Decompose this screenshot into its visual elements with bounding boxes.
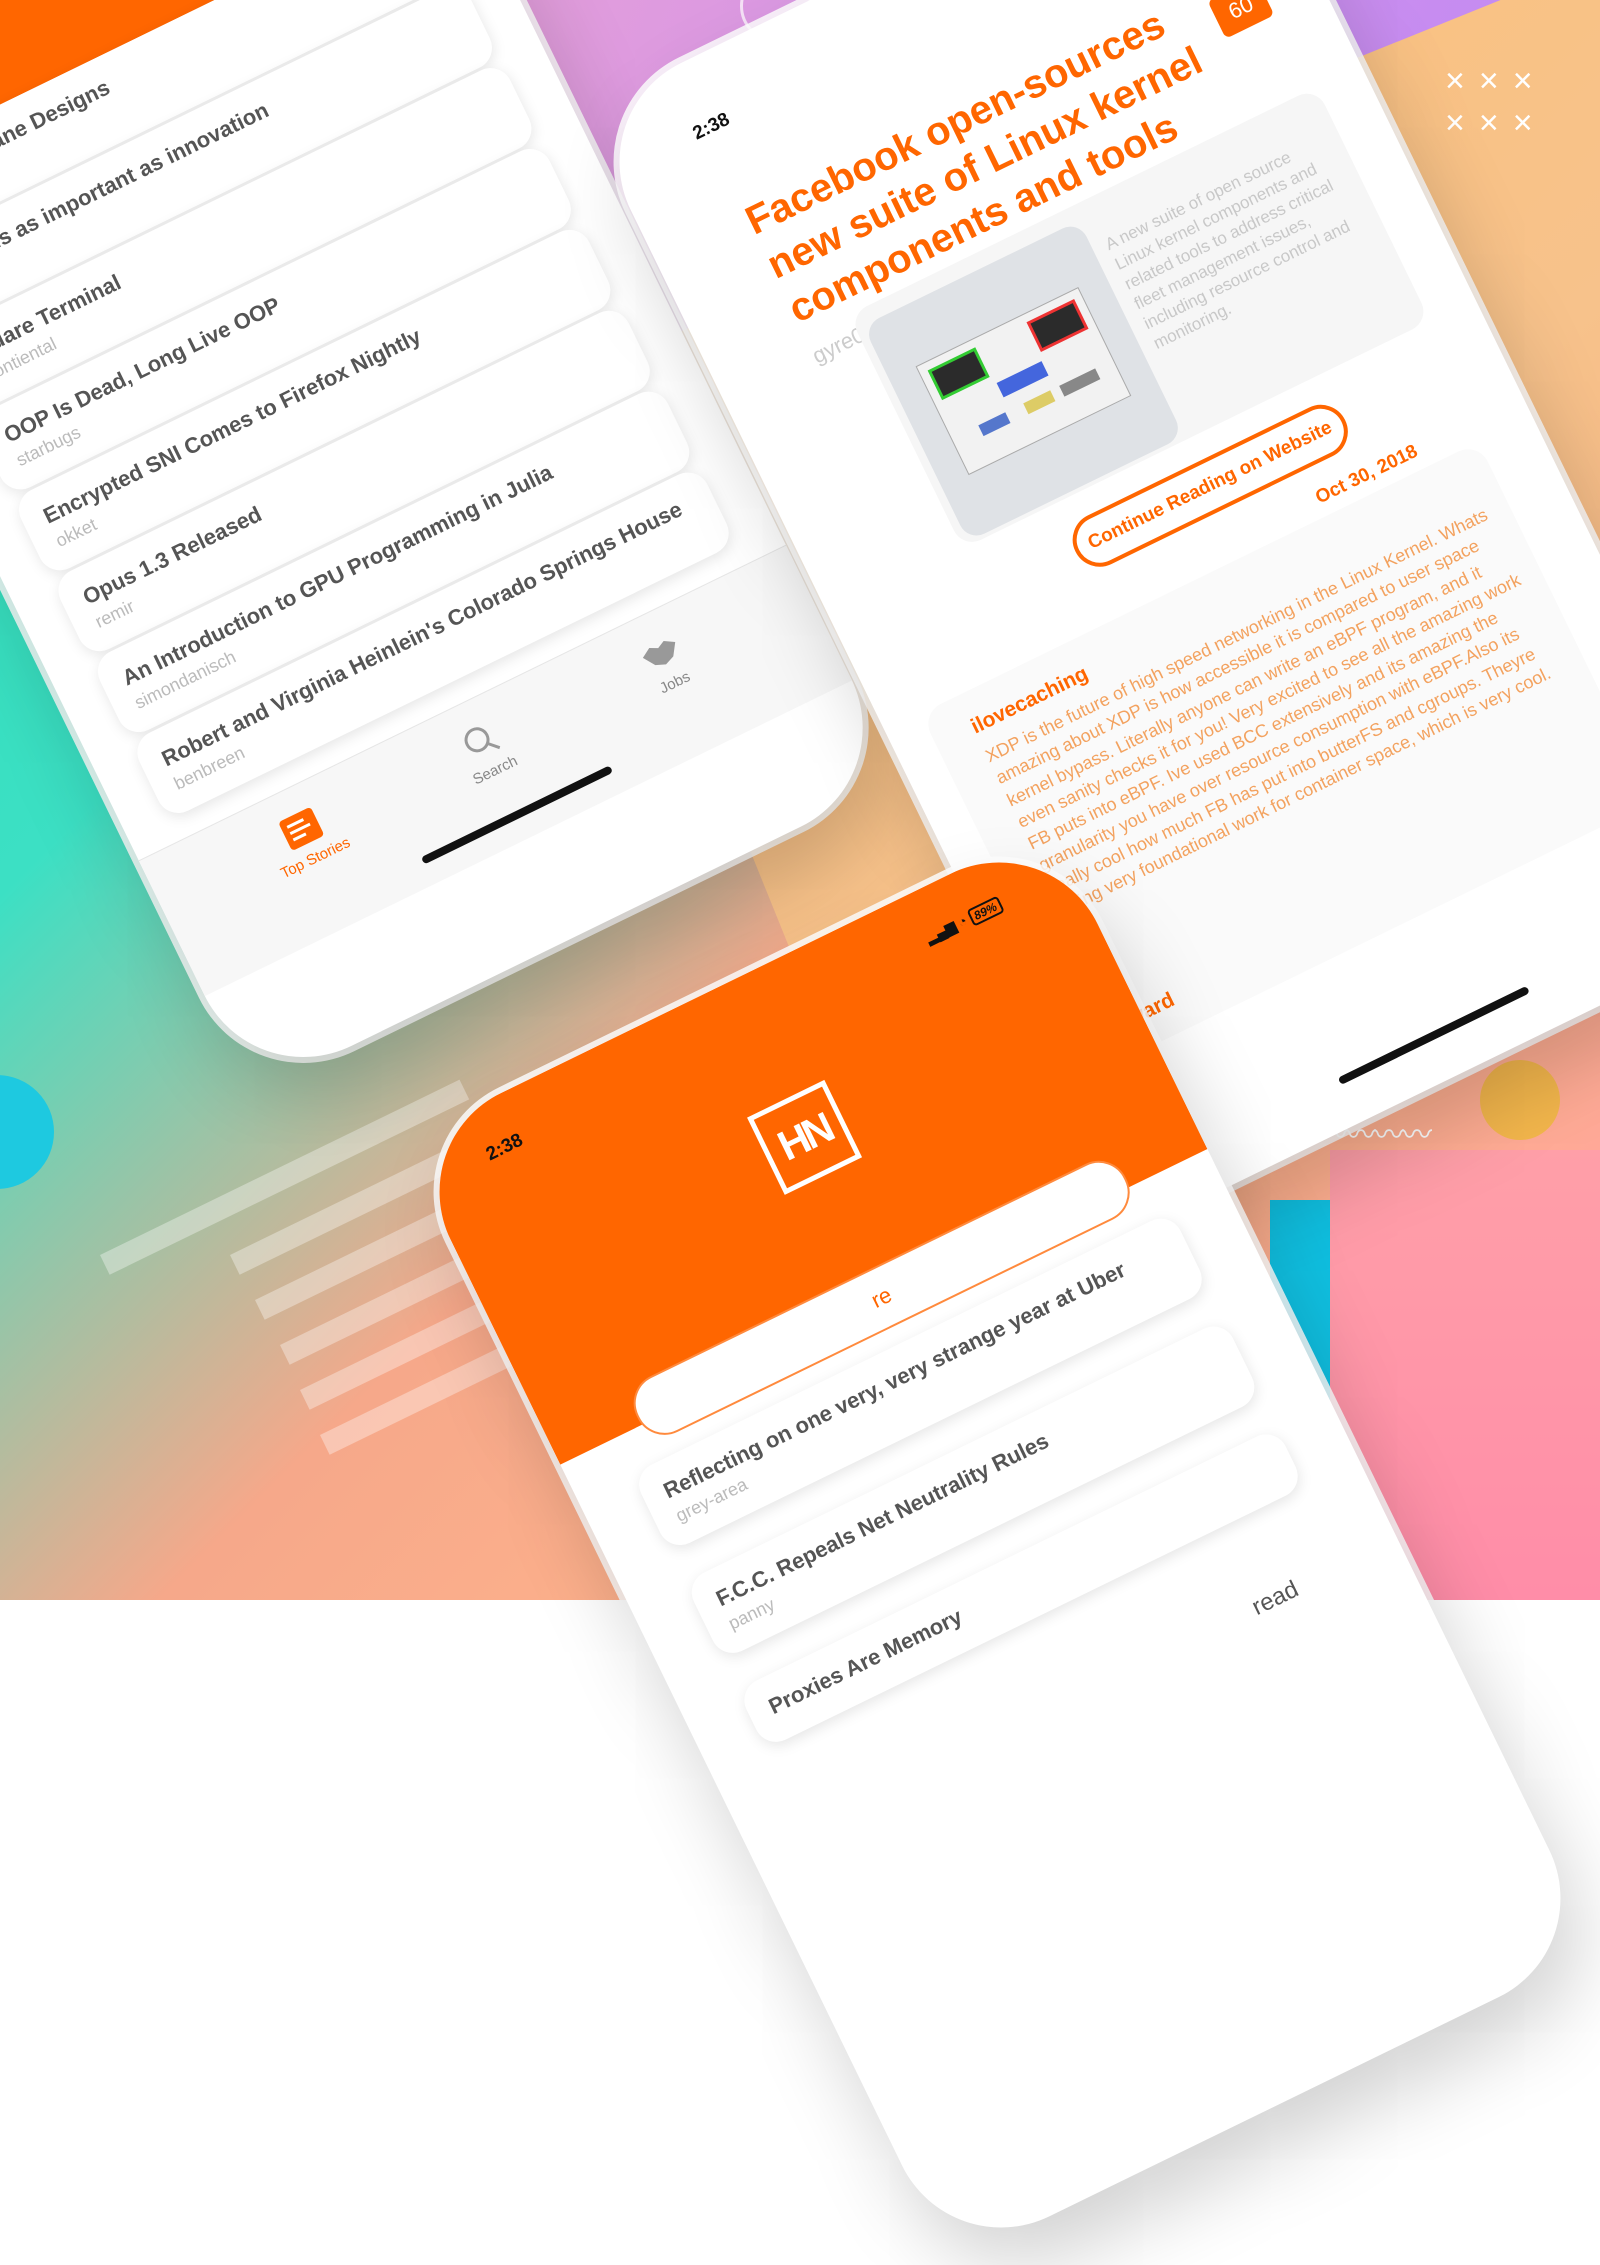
bg-circle-yellow: [1480, 1060, 1560, 1140]
tab-jobs[interactable]: Jobs: [572, 598, 760, 730]
status-time: 2:38: [482, 1129, 527, 1166]
comment-count-badge[interactable]: 60: [1207, 0, 1275, 39]
wifi-icon: ◔: [955, 912, 970, 931]
bg-circle-teal: [0, 1075, 54, 1189]
signal-icon: ▂▄▆: [923, 917, 959, 946]
comment-text: XDP is the future of high speed networki…: [982, 504, 1554, 920]
hn-logo: HN: [747, 1079, 863, 1195]
status-time: 2:38: [689, 108, 734, 145]
partial-text: read: [1247, 1575, 1303, 1621]
bg-crosses-icon: ××× ×××: [1445, 62, 1547, 142]
battery-indicator: 89%: [966, 895, 1005, 927]
status-icons: ▂▄▆ ◔ 89%: [923, 895, 1005, 948]
tab-top-stories[interactable]: Top Stories: [213, 773, 401, 905]
